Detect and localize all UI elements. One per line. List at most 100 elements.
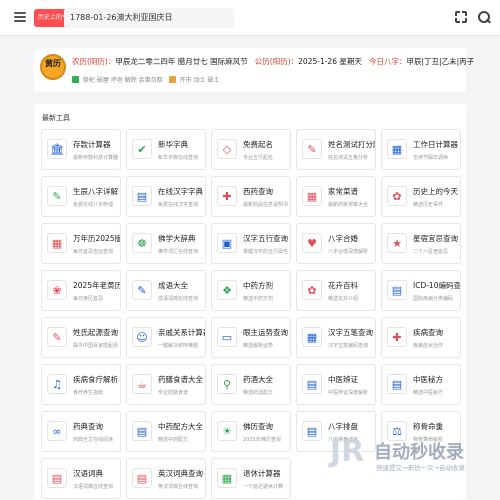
tool-tile[interactable]: ▭ 眼主运势查询 精选最新运势	[211, 317, 291, 358]
diamond-icon: ◇	[217, 139, 237, 159]
tool-tile[interactable]: ✿ 花卉百科精选花卉介绍	[296, 270, 376, 311]
idiom-icon: ✎	[132, 280, 152, 300]
tool-tile[interactable]: ☀ 佛历查询 2025年佛历查询	[211, 411, 291, 452]
tool-desc: 免费在线八字命理	[73, 202, 114, 208]
tool-desc: 专业五行起名	[243, 155, 274, 161]
tool-tile[interactable]: ☕ 药膳食谱大全 专业药膳食谱	[126, 364, 206, 405]
tool-tile[interactable]: ★ 星宿宜忌查询 二十八星宿宜忌	[381, 223, 461, 264]
tool-tile[interactable]: ▤ 英汉词典查询 英汉词典在线查询	[126, 458, 206, 499]
lunar-label: 农历(阴历)：	[72, 57, 116, 66]
tool-name: 中医秘方	[413, 375, 443, 384]
menu-icon[interactable]	[14, 12, 26, 22]
watermark-subtext: 快速提交→来访一次→自动收录	[376, 464, 465, 472]
tool-desc: 精选药酒配方	[243, 390, 274, 396]
tool-name: 汉字五行查询	[243, 234, 288, 243]
almanac-icon: ❀	[47, 280, 67, 300]
ji-tag: 开市 动土 破土	[168, 75, 219, 84]
tool-tile[interactable]: 🏛 存款计算器 最新存款利息计算器	[41, 129, 121, 170]
tool-name: 汉语词典	[73, 469, 103, 478]
tool-tile[interactable]: ❀ 2025年老黄历查询每日黄历宜忌	[41, 270, 121, 311]
almanac-logo: 黄历	[40, 54, 66, 80]
code-icon: ▤	[387, 280, 407, 300]
tool-desc: 专业药膳食谱	[158, 390, 189, 396]
dictionary-icon: ✔	[132, 139, 152, 159]
tool-name: 2025年老黄历查询	[73, 281, 120, 290]
tool-tile[interactable]: ▤ 中药配方大全 精选中药配方	[126, 411, 206, 452]
tool-tile[interactable]: ✎ 生辰八字详解 免费在线八字命理	[41, 176, 121, 217]
almanac-info-line: 农历(阴历)：甲辰龙二零二四年 腊月廿七 国际麻风节 公历(阳历)：2025-1…	[72, 56, 474, 67]
tool-desc: 佛学词汇在线查询	[158, 249, 199, 255]
top-bar: 历史上的今天 1788-01-26澳大利亚国庆日	[0, 0, 500, 36]
flower-icon: ✿	[302, 280, 322, 300]
tool-tile[interactable]: ✚ 西药查询 最新药品信息说明书	[211, 176, 291, 217]
headline-text[interactable]: 1788-01-26澳大利亚国庆日	[70, 10, 173, 26]
tool-tile[interactable]: ▣ 汉字五行查询 掌握汉字的五行属性	[211, 223, 291, 264]
tool-name: 英汉词典查询	[158, 469, 203, 478]
tool-desc: 姓名测试五格分析	[328, 155, 369, 161]
tool-desc: 英汉词典在线查询	[158, 484, 199, 490]
tool-tile[interactable]: ✎ 姓名测试打分网 姓名测试五格分析	[296, 129, 376, 170]
almanac-card: 黄历 农历(阴历)：甲辰龙二零二四年 腊月廿七 国际麻风节 公历(阳历)：202…	[34, 48, 474, 92]
fullscreen-icon[interactable]	[455, 11, 467, 23]
tool-desc: 精选中医秘方	[413, 390, 444, 396]
tool-name: 新华字典	[158, 140, 188, 149]
tool-desc: 支持节假日调休	[413, 155, 449, 161]
tool-tile[interactable]: ◇ 免费起名专业五行起名	[211, 129, 291, 170]
tool-tile[interactable]: ✔ 新华字典 新华字典在线查询	[126, 129, 206, 170]
tool-tile[interactable]: ∞ 药典查询 药典全文在线阅读	[41, 411, 121, 452]
tool-desc: 一个延迟退休计算	[243, 484, 284, 490]
tool-name: 花卉百科	[328, 281, 358, 290]
wine-icon: ⚲	[217, 374, 237, 394]
search-icon[interactable]	[478, 11, 490, 23]
medicine-icon: ✚	[217, 186, 237, 206]
tool-tile[interactable]: ✚ 疾病查询 疾病症状治疗	[381, 317, 461, 358]
tool-tile[interactable]: ▦ 汉字五笔查询 汉字五笔编码查询	[296, 317, 376, 358]
soup-icon: ☕	[132, 374, 152, 394]
tool-tile[interactable]: ❖ 中药方剂 精选中药方剂	[211, 270, 291, 311]
formula-icon: ▤	[132, 421, 152, 441]
tool-tile[interactable]: ▦ 家常菜谱 最新的家常菜大全	[296, 176, 376, 217]
tool-tile[interactable]: ✎ 姓氏起源查询 探寻中国百家姓起源	[41, 317, 121, 358]
tool-tile[interactable]: ✎ 成语大全 成语词典在线查询	[126, 270, 206, 311]
tool-desc: 汉语词典在线查询	[73, 484, 114, 490]
tool-name: 万年历2025版	[73, 234, 121, 243]
tool-tile[interactable]: ▤ 在线汉字字典 免费在线汉字查询	[126, 176, 206, 217]
tool-desc: 最新存款利息计算器	[73, 155, 119, 161]
tool-tile[interactable]: ▤ 汉语词典 汉语词典在线查询	[41, 458, 121, 499]
tool-name: ICD-10编码查询	[413, 281, 461, 290]
tool-tile[interactable]: ▤ 中医秘方 精选中医秘方	[381, 364, 461, 405]
tool-tile[interactable]: ♥ 八字合婚 八字合婚深度解析	[296, 223, 376, 264]
car-icon: ▭	[217, 327, 237, 347]
tool-tile[interactable]: ✿ 历史上的今天 精选历史事件	[381, 176, 461, 217]
tool-desc: 免费在线汉字查询	[158, 202, 199, 208]
tool-name: 称骨命重	[413, 422, 443, 431]
tool-desc: 中医辨证深度解析	[328, 390, 369, 396]
tool-tile[interactable]: ▦ 工作日计算器 支持节假日调休	[381, 129, 461, 170]
tool-name: 免费起名	[243, 140, 273, 149]
bazi-icon: ✎	[47, 186, 67, 206]
wubi-icon: ▦	[302, 327, 322, 347]
tool-name: 生辰八字详解	[73, 187, 118, 196]
herb-icon: ❖	[217, 280, 237, 300]
yi-tag: 祭祀 破屋 坏垣 解除 余事勿取	[72, 75, 163, 84]
tool-tile[interactable]: ☺ 亲戚关系计算器 一键解决称呼难题	[126, 317, 206, 358]
tool-tile[interactable]: ▦ 退休计算器 一个延迟退休计算	[211, 458, 291, 499]
tool-desc: 2025年佛历查询	[243, 437, 281, 443]
surname-icon: ✎	[47, 327, 67, 347]
tool-name: 存款计算器	[73, 140, 111, 149]
tool-tile[interactable]: ▦ 万年历2025版 每日宜忌吉凶查询	[41, 223, 121, 264]
star-icon: ★	[387, 233, 407, 253]
yi-icon	[72, 76, 79, 83]
tool-tile[interactable]: ☸ 佛学大辞典 佛学词汇在线查询	[126, 223, 206, 264]
watermark: JR 自动秒收录 快速提交→来访一次→自动收录	[330, 432, 480, 482]
tool-tile[interactable]: ♫ 疾病食疗解析 食疗养生指南	[41, 364, 121, 405]
tool-tile[interactable]: ▤ ICD-10编码查询国际疾病分类编码	[381, 270, 461, 311]
tool-desc: 精选中药方剂	[243, 296, 274, 302]
five-elements-icon: ▣	[217, 233, 237, 253]
tool-desc: 二十八星宿宜忌	[413, 249, 449, 255]
tool-tile[interactable]: ⚲ 药酒大全 精选药酒配方	[211, 364, 291, 405]
tool-desc: 精选历史事件	[413, 202, 444, 208]
tool-desc: 精选花卉介绍	[328, 296, 359, 302]
tool-tile[interactable]: ▤ 中医辨证 中医辨证深度解析	[296, 364, 376, 405]
tool-desc: 成语词典在线查询	[158, 296, 199, 302]
